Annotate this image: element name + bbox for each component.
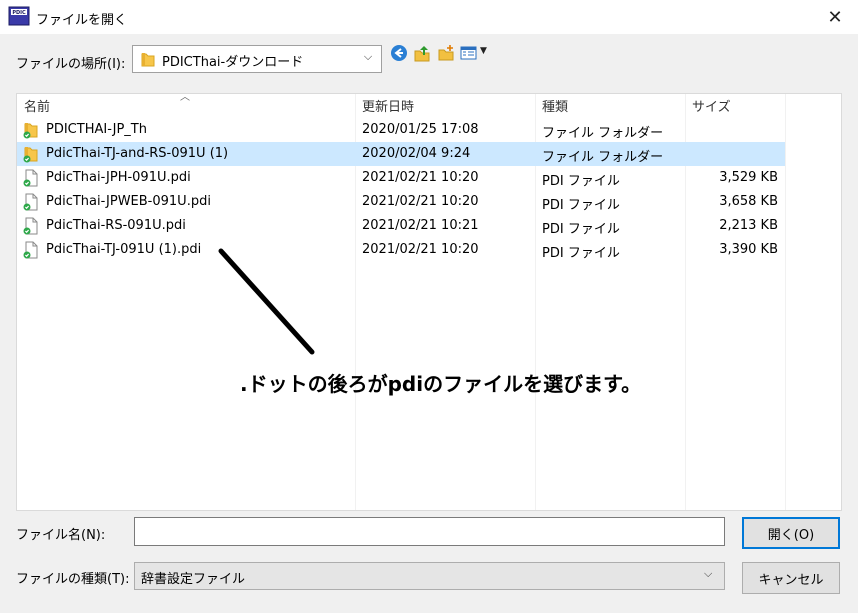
file-size: 3,658 KB (719, 194, 778, 209)
file-icon (22, 193, 40, 211)
file-icon (22, 169, 40, 187)
file-type: PDI ファイル (542, 198, 620, 213)
file-name: PdicThai-JPWEB-091U.pdi (46, 194, 211, 209)
file-type: PDI ファイル (542, 174, 620, 189)
file-type: PDI ファイル (542, 222, 620, 237)
filetype-label: ファイルの種類(T): (16, 572, 130, 587)
file-icon (22, 241, 40, 259)
open-button[interactable]: 開く(O) (742, 517, 840, 549)
folder-icon (22, 145, 40, 163)
filename-input[interactable] (134, 517, 725, 546)
file-date: 2020/01/25 17:08 (362, 122, 479, 137)
view-dropdown-icon[interactable]: ▼ (480, 46, 487, 56)
new-folder-icon[interactable] (437, 44, 455, 62)
sort-ascending-icon: ︿ (180, 92, 190, 103)
chevron-down-icon[interactable]: ⌵ (704, 567, 712, 581)
file-icon (22, 217, 40, 235)
file-date: 2021/02/21 10:20 (362, 242, 479, 257)
column-separator (785, 94, 786, 510)
file-date: 2021/02/21 10:21 (362, 218, 479, 233)
file-date: 2021/02/21 10:20 (362, 194, 479, 209)
folder-icon (22, 121, 40, 139)
cancel-button[interactable]: キャンセル (742, 562, 840, 594)
column-header-type[interactable]: 種類 (542, 96, 568, 115)
close-button[interactable]: ✕ (812, 0, 858, 34)
title-bar (0, 0, 858, 34)
file-type: ファイル フォルダー (542, 150, 664, 165)
file-date: 2020/02/04 9:24 (362, 146, 471, 161)
file-size: 2,213 KB (719, 218, 778, 233)
pdic-app-icon: PDIC (8, 6, 30, 26)
file-date: 2021/02/21 10:20 (362, 170, 479, 185)
file-name: PdicThai-TJ-and-RS-091U (1) (46, 146, 229, 161)
file-size: 3,529 KB (719, 170, 778, 185)
file-name: PdicThai-JPH-091U.pdi (46, 170, 191, 185)
chevron-down-icon[interactable]: ⌵ (360, 50, 376, 66)
back-arrow-icon[interactable] (390, 44, 408, 62)
file-type: PDI ファイル (542, 246, 620, 261)
file-size: 3,390 KB (719, 242, 778, 257)
filename-label: ファイル名(N): (16, 528, 106, 543)
file-name: PdicThai-RS-091U.pdi (46, 218, 186, 233)
location-label: ファイルの場所(I): (16, 57, 126, 72)
annotation-text: .ドットの後ろがpdiのファイルを選びます。 (240, 372, 642, 396)
column-header-name[interactable]: 名前 (24, 96, 50, 115)
file-name: PDICTHAI-JP_Th (46, 122, 147, 137)
svg-text:PDIC: PDIC (12, 10, 26, 16)
up-folder-icon[interactable] (413, 44, 431, 62)
file-name: PdicThai-TJ-091U (1).pdi (46, 242, 202, 257)
location-value: PDICThai-ダウンロード (162, 55, 304, 70)
folder-icon (140, 50, 156, 68)
view-menu-icon[interactable] (460, 44, 478, 62)
column-header-date[interactable]: 更新日時 (362, 96, 414, 115)
file-type: ファイル フォルダー (542, 126, 664, 141)
filetype-value: 辞書設定ファイル (141, 572, 246, 587)
window-title: ファイルを開く (36, 13, 128, 28)
column-header-size[interactable]: サイズ (692, 96, 731, 115)
